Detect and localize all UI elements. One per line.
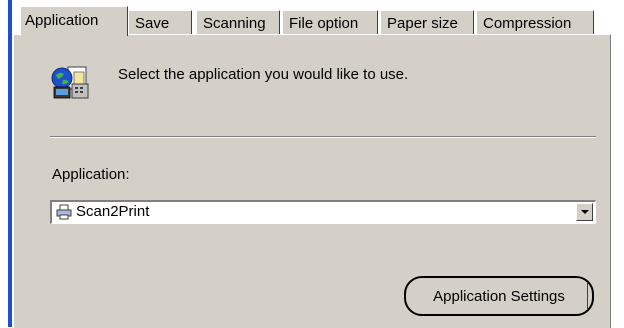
tab-compression[interactable]: Compression: [476, 10, 594, 35]
tab-save[interactable]: Save: [128, 10, 192, 35]
separator-line: [50, 136, 596, 138]
application-settings-button[interactable]: Application Settings: [404, 276, 594, 316]
chevron-down-icon[interactable]: [576, 203, 593, 221]
tab-application[interactable]: Application: [20, 6, 128, 36]
description-text: Select the application you would like to…: [118, 66, 409, 83]
tab-file-option[interactable]: File option: [282, 10, 378, 35]
application-settings-icon: [51, 66, 89, 99]
application-label: Application:: [52, 166, 130, 183]
application-select[interactable]: Scan2Print: [50, 200, 596, 224]
application-select-value: Scan2Print: [76, 203, 150, 220]
tab-paper-size[interactable]: Paper size: [380, 10, 474, 35]
window-left-border: [8, 0, 12, 327]
printer-icon: [56, 204, 72, 220]
tab-scanning[interactable]: Scanning: [196, 10, 280, 35]
